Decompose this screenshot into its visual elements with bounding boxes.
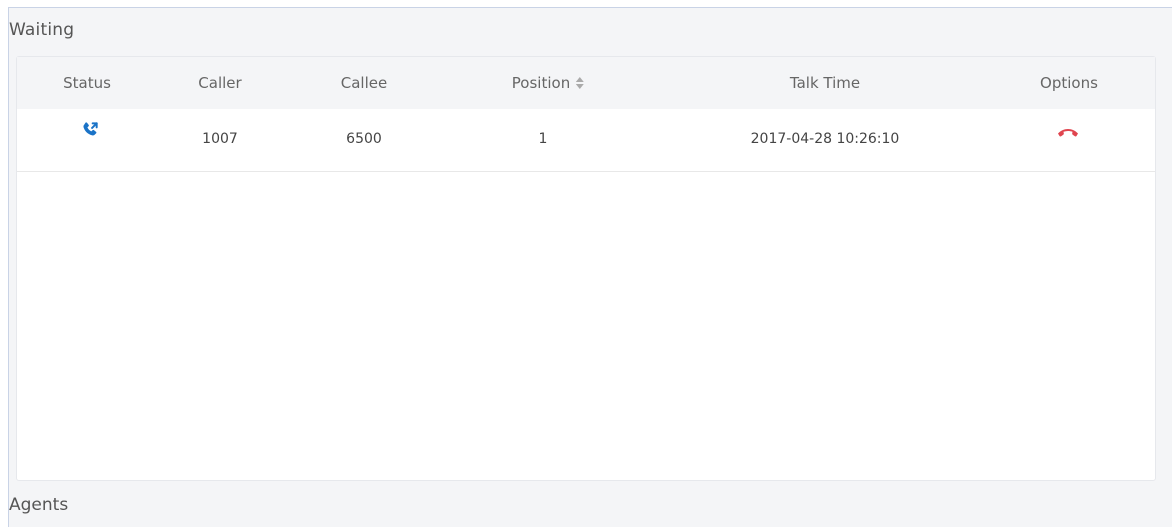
header-caller: Caller — [198, 74, 242, 92]
header-position[interactable]: Position — [511, 74, 585, 92]
incoming-call-icon — [83, 122, 98, 136]
cell-talk-time: 2017-04-28 10:26:10 — [750, 131, 900, 147]
waiting-table: Status Caller Callee Position Talk Time … — [16, 56, 1156, 481]
cell-caller: 1007 — [202, 131, 238, 147]
cell-position: 1 — [538, 131, 548, 147]
table-row: 1007 6500 1 2017-04-28 10:26:10 — [17, 109, 1155, 172]
section-title-waiting: Waiting — [9, 20, 75, 40]
cell-callee: 6500 — [346, 131, 382, 147]
header-position-label: Position — [511, 74, 571, 92]
header-callee: Callee — [340, 74, 388, 92]
header-talk-time: Talk Time — [789, 74, 861, 92]
table-header: Status Caller Callee Position Talk Time … — [17, 57, 1155, 109]
section-title-agents: Agents — [9, 495, 69, 515]
waiting-panel: Waiting Status Caller Callee Position Ta… — [8, 7, 1172, 527]
header-options: Options — [1040, 74, 1098, 92]
header-status: Status — [63, 74, 111, 92]
hang-up-icon[interactable] — [1056, 125, 1080, 137]
sort-icon[interactable] — [576, 76, 585, 89]
